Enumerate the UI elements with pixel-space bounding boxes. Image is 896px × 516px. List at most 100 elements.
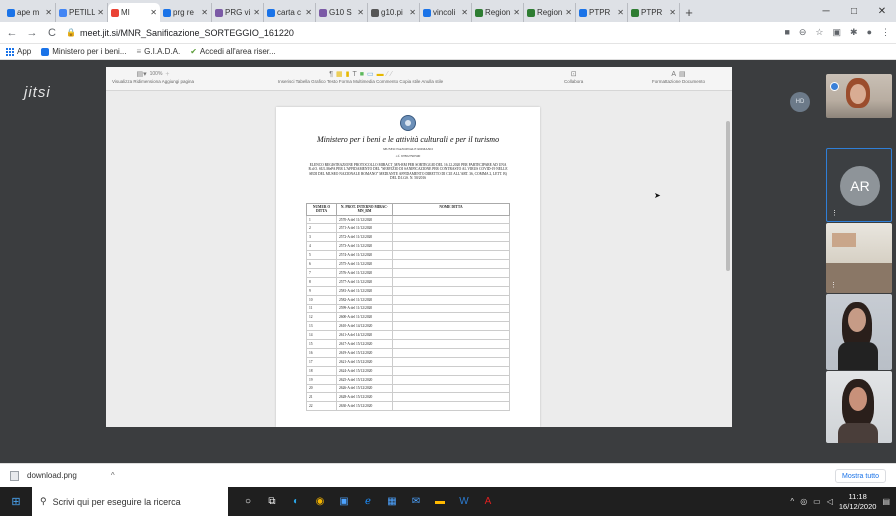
store-icon[interactable]: ▦ [380,487,404,516]
zoom-level: 100% [149,71,163,77]
browser-tab[interactable]: MI ✕ [108,3,160,22]
tab-close-icon[interactable]: ✕ [565,8,572,17]
toolbar-group-format[interactable]: A ▤ Formattazione Documento [652,69,705,85]
tab-close-icon[interactable]: ✕ [150,8,157,17]
tab-close-icon[interactable]: ✕ [253,8,260,17]
extension-icon[interactable]: ▣ [833,27,842,38]
table-cell: 12 [306,312,337,323]
participant-tile[interactable] [826,294,892,370]
bookmark-ministero[interactable]: Ministero per i beni... [41,47,127,56]
download-file-name[interactable]: download.png [27,471,77,480]
star-icon[interactable]: ☆ [815,27,823,38]
toolbar-group-insert[interactable]: ¶ ▦ ▮ T ■ ▭ ▬ ⁄ ⁄ Inserisci Tabella Graf… [278,69,443,85]
clock-date: 16/12/2020 [838,501,877,511]
participant-tile[interactable] [826,74,892,118]
acrobat-icon[interactable]: A [476,487,500,516]
zoom-icon[interactable]: ⊖ [799,27,807,38]
tab-close-icon[interactable]: ✕ [461,8,468,17]
back-icon[interactable]: ← [6,27,18,39]
tab-close-icon[interactable]: ✕ [45,8,52,17]
ie-icon[interactable]: ℯ [356,487,380,516]
bookmark-accedi[interactable]: ✔ Accedi all'area riser... [190,47,275,56]
participant-tile-active[interactable]: AR ⋮ [826,148,892,222]
toolbar-group-view[interactable]: ▤▾ 100% + Visualizza Ridimensiona Aggiungi… [112,69,194,85]
local-participant-avatar[interactable]: HD [790,92,810,112]
app-icon[interactable]: ▣ [332,487,356,516]
bookmark-label: App [17,47,32,56]
clock[interactable]: 11:18 16/12/2020 [839,492,877,512]
edge-icon[interactable]: ◐ [284,487,308,516]
show-all-button[interactable]: Mostra tutto [835,469,886,483]
tab-title: PRG vi [225,8,251,17]
notifications-icon[interactable]: ▤ [882,497,890,506]
bookmark-apps[interactable]: App [6,47,31,56]
table-cell: 2 [306,223,337,234]
table-cell-empty [392,321,510,332]
table-cell: 2581-A del 11/12/2020 [336,285,393,296]
battery-icon[interactable]: ▭ [813,497,821,506]
table-cell-empty [392,214,510,225]
minimize-icon[interactable]: ─ [812,0,840,22]
reload-icon[interactable]: C [46,27,58,39]
browser-tab[interactable]: G10 S ✕ [316,3,368,22]
browser-tab[interactable]: g10.pi ✕ [368,3,420,22]
chevron-up-icon[interactable]: ^ [111,471,115,480]
table-cell: 2573-A del 11/12/2020 [336,241,393,252]
table-cell: 17 [306,356,337,367]
browser-tab[interactable]: ape m ✕ [4,3,56,22]
cortana-icon[interactable]: ○ [236,487,260,516]
tab-close-icon[interactable]: ✕ [305,8,312,17]
forward-icon[interactable]: → [26,27,38,39]
mail-icon[interactable]: ✉ [404,487,428,516]
camera-icon[interactable]: ■ [784,27,789,38]
taskbar-search[interactable]: ⚲ Scrivi qui per eseguire la ricerca [32,487,228,516]
puzzle-icon[interactable]: ✱ [850,27,858,38]
volume-icon[interactable]: ◁ [827,497,833,506]
browser-tab[interactable]: PRG vi ✕ [212,3,264,22]
tab-close-icon[interactable]: ✕ [617,8,624,17]
menu-icon[interactable]: ⋮ [881,27,890,38]
url-field[interactable]: 🔒 meet.jit.si/MNR_Sanificazione_SORTEGGI… [66,28,776,38]
explorer-icon[interactable]: ▬ [428,487,452,516]
browser-tab[interactable]: carta c ✕ [264,3,316,22]
word-icon[interactable]: W [452,487,476,516]
toolbar-group-collab[interactable]: ⊡ Collabora [564,69,583,84]
browser-tab[interactable]: Region ✕ [472,3,524,22]
table-cell-empty [392,383,510,394]
browser-tab[interactable]: vincoli ✕ [420,3,472,22]
chrome-icon[interactable]: ◉ [308,487,332,516]
table-cell: 2624-A del 15/12/2020 [336,365,393,376]
bookmark-giada[interactable]: ≡ G.I.A.D.A. [137,47,181,56]
tab-close-icon[interactable]: ✕ [97,8,104,17]
file-icon [10,470,19,481]
toolbar-group-label: Collabora [564,79,584,84]
participant-tile[interactable] [826,371,892,443]
windows-start-icon[interactable]: ⊞ [0,487,32,516]
network-icon[interactable]: ◎ [800,497,807,506]
tab-close-icon[interactable]: ✕ [357,8,364,17]
tab-close-icon[interactable]: ✕ [201,8,208,17]
browser-tab[interactable]: prg re ✕ [160,3,212,22]
tab-close-icon[interactable]: ✕ [669,8,676,17]
document-scrollbar[interactable] [726,121,730,271]
more-options-icon[interactable]: ⋮ [831,209,838,217]
more-options-icon[interactable]: ⋮ [830,281,837,289]
maximize-icon[interactable]: □ [840,0,868,22]
table-cell-empty [392,374,510,385]
browser-tab[interactable]: Region ✕ [524,3,576,22]
profile-icon[interactable]: ● [867,27,872,38]
tray-chevron-icon[interactable]: ^ [790,497,794,506]
close-window-icon[interactable]: ✕ [868,0,896,22]
tab-close-icon[interactable]: ✕ [513,8,520,17]
browser-tab[interactable]: PTPR ✕ [576,3,628,22]
participant-tile[interactable]: ⋮ [826,223,892,293]
browser-tab[interactable]: PETILL ✕ [56,3,108,22]
new-tab-button[interactable]: + [680,3,698,22]
giada-icon: ≡ [136,47,142,56]
tab-close-icon[interactable]: ✕ [409,8,416,17]
table-cell: 1 [306,214,337,225]
browser-tab[interactable]: PTPR ✕ [628,3,680,22]
task-view-icon[interactable]: ⧉ [260,487,284,516]
tab-title: ape m [17,8,40,17]
tab-title: MI [121,8,130,17]
